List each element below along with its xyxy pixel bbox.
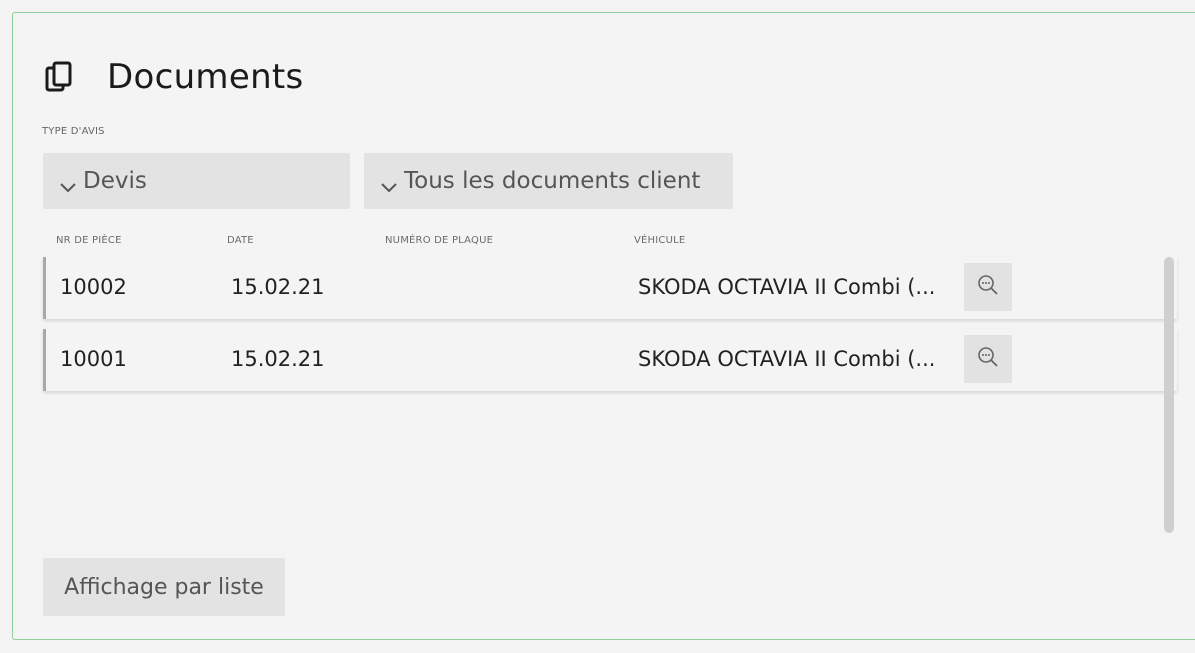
cell-date: 15.02.21 [231,275,325,299]
scope-dropdown-value: Tous les documents client [404,168,701,194]
scope-dropdown[interactable]: Tous les documents client [364,153,733,209]
table-row[interactable]: 10001 15.02.21 SKODA OCTAVIA II Combi (.… [43,329,1177,391]
type-dropdown[interactable]: Devis [43,153,350,209]
cell-nr: 10001 [60,347,127,371]
copy-icon [45,61,73,93]
cell-date: 15.02.21 [231,347,325,371]
header: Documents [45,57,304,97]
chevron-down-icon [380,174,398,193]
documents-panel: Documents TYPE D'AVIS Devis Tous les doc… [12,12,1195,640]
column-header-vehicle: VÉHICULE [634,235,686,246]
column-header-plate: NUMÉRO DE PLAQUE [385,235,494,246]
filter-label: TYPE D'AVIS [42,126,105,137]
preview-button[interactable] [964,335,1012,383]
page-title: Documents [107,57,304,97]
cell-nr: 10002 [60,275,127,299]
scrollbar[interactable] [1164,257,1174,533]
column-header-date: DATE [227,235,254,246]
cell-vehicle: SKODA OCTAVIA II Combi (... [638,347,936,371]
table-row[interactable]: 10002 15.02.21 SKODA OCTAVIA II Combi (.… [43,257,1177,319]
list-view-button[interactable]: Affichage par liste [43,558,285,616]
zoom-icon [977,346,999,372]
zoom-icon [977,274,999,300]
type-dropdown-value: Devis [83,168,147,194]
cell-vehicle: SKODA OCTAVIA II Combi (... [638,275,936,299]
preview-button[interactable] [964,263,1012,311]
chevron-down-icon [59,174,77,193]
document-list: 10002 15.02.21 SKODA OCTAVIA II Combi (.… [43,257,1177,401]
column-header-nr: NR DE PIÈCE [56,235,122,246]
